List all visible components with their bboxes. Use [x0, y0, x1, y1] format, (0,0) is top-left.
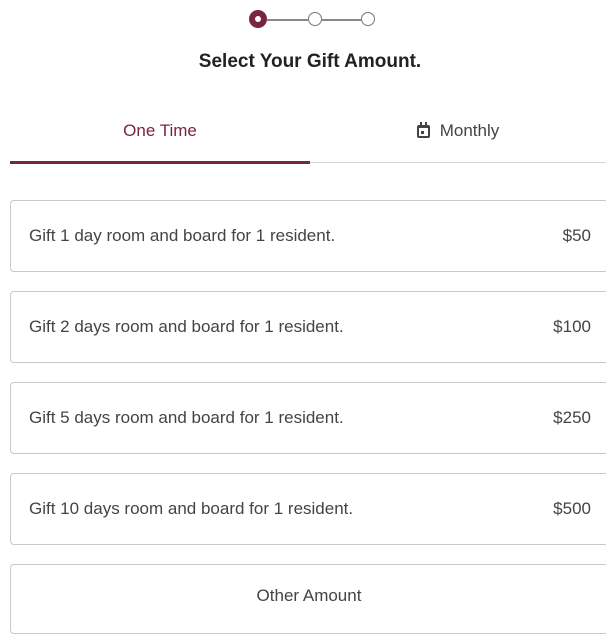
gift-option-amount: $100: [553, 317, 591, 336]
gift-option-500[interactable]: Gift 10 days room and board for 1 reside…: [10, 473, 606, 545]
gift-option-amount: $250: [553, 408, 591, 427]
page-title: Select Your Gift Amount.: [198, 51, 422, 72]
gift-option-amount: $50: [562, 226, 591, 245]
tab-monthly[interactable]: Monthly: [310, 100, 606, 162]
step-2-indicator: [308, 12, 322, 26]
calendar-icon: [416, 122, 430, 138]
gift-option-250[interactable]: Gift 5 days room and board for 1 residen…: [10, 382, 606, 454]
step-3-indicator: [361, 12, 375, 26]
active-tab-indicator: [10, 161, 310, 164]
progress-stepper: [0, 10, 606, 32]
gift-option-label: Gift 1 day room and board for 1 resident…: [29, 226, 336, 245]
tab-monthly-label: Monthly: [439, 121, 500, 140]
gift-option-label: Gift 5 days room and board for 1 residen…: [29, 408, 344, 427]
gift-option-label: Gift 10 days room and board for 1 reside…: [29, 499, 354, 518]
step-connector: [267, 19, 308, 21]
tab-one-time-label: One Time: [123, 121, 197, 140]
gift-option-50[interactable]: Gift 1 day room and board for 1 resident…: [10, 200, 606, 272]
tab-one-time[interactable]: One Time: [10, 100, 310, 162]
frequency-tabs: One Time Monthly: [10, 100, 606, 164]
gift-option-label: Gift 2 days room and board for 1 residen…: [29, 317, 344, 336]
step-1-indicator: [249, 10, 267, 28]
other-amount-label: Other Amount: [256, 586, 362, 605]
gift-option-100[interactable]: Gift 2 days room and board for 1 residen…: [10, 291, 606, 363]
gift-option-amount: $500: [553, 499, 591, 518]
step-connector: [322, 19, 361, 21]
